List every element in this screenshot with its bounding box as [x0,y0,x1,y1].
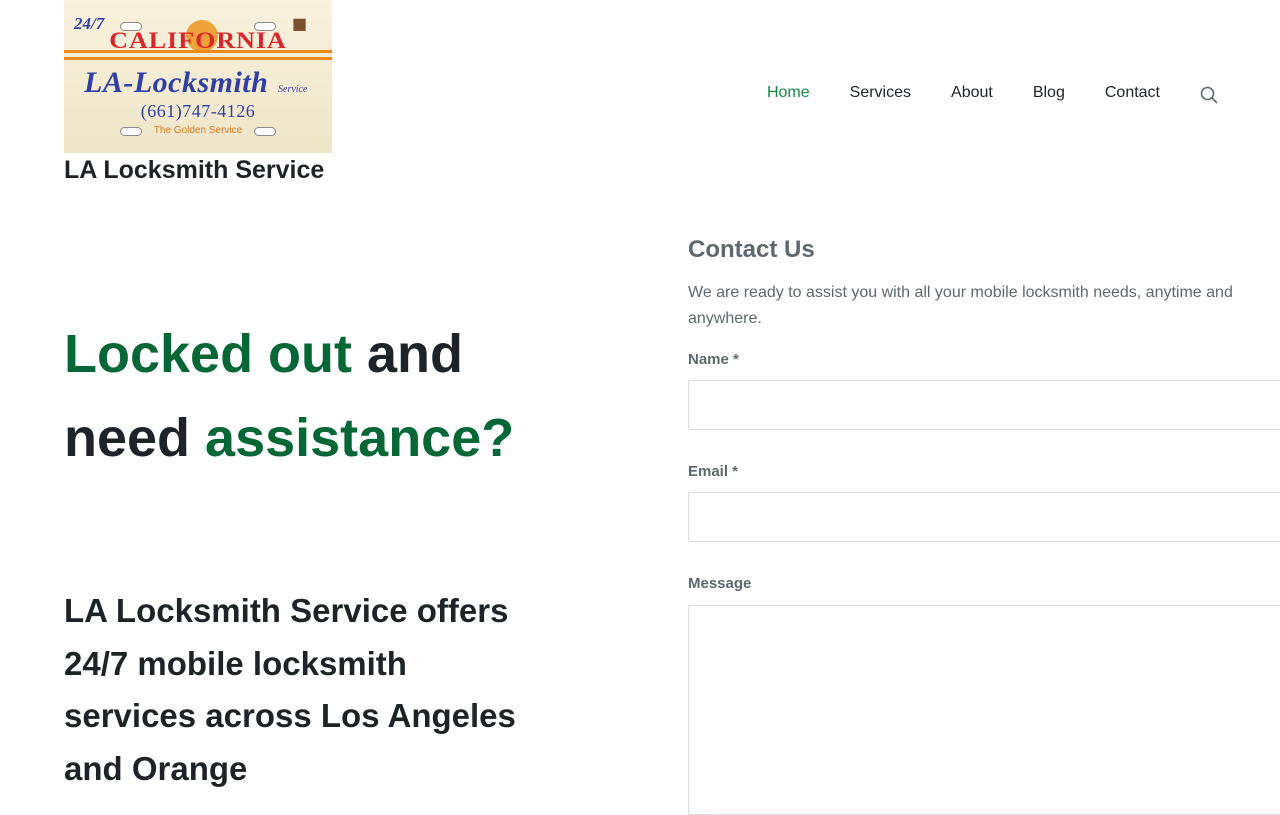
message-textarea[interactable] [688,605,1280,815]
hero-heading-highlight-2: assistance? [205,408,515,468]
logo-service: Service [278,84,308,95]
nav-item-home[interactable]: Home [767,84,810,102]
nav-item-about[interactable]: About [951,84,993,102]
nav-item-services[interactable]: Services [850,84,911,102]
hero-subheading: LA Locksmith Service offers 24/7 mobile … [64,592,516,787]
logo-stripe [64,57,332,60]
name-label: Name * [688,351,739,368]
form-description: We are ready to assist you with all your… [688,284,1233,327]
hero-heading-highlight: Locked out [64,324,353,384]
name-input[interactable] [688,380,1280,430]
site-title[interactable]: LA Locksmith Service [64,156,324,185]
email-input[interactable] [688,492,1280,542]
hero-heading: Locked out and need assistance? [64,312,584,480]
message-label: Message [688,575,752,592]
nav-item-blog[interactable]: Blog [1033,84,1065,102]
logo-tagline: The Golden Service [153,125,243,136]
main-nav: Home Services About Blog Contact [727,84,1218,104]
form-title: Contact Us [688,236,815,263]
logo-name: LA-Locksmith [84,66,269,99]
logo-stripe [64,50,332,53]
logo-phone: (661)747-4126 [140,101,256,121]
site-logo[interactable]: 24/7 ■ CALIFORNIA LA-Locksmith Service (… [64,0,332,153]
search-icon[interactable] [1200,86,1218,104]
email-label: Email * [688,463,739,480]
nav-item-contact[interactable]: Contact [1105,84,1160,102]
logo-plate-slot [254,127,276,136]
